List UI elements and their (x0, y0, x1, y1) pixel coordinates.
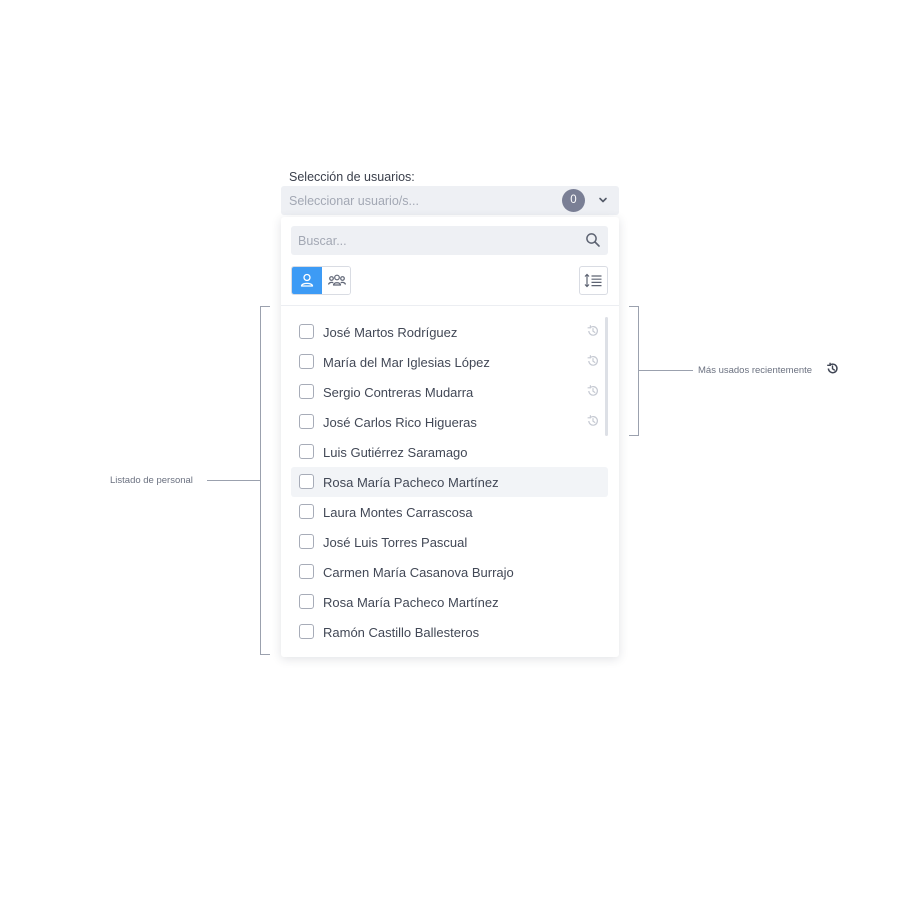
list-item[interactable]: Laura Montes Carrascosa (291, 497, 608, 527)
list-item-label: Luis Gutiérrez Saramago (323, 445, 468, 460)
list-item-label: José Luis Torres Pascual (323, 535, 468, 550)
user-select[interactable]: Seleccionar usuario/s... 0 (281, 186, 619, 215)
tab-users[interactable] (292, 267, 322, 294)
annotation-staff-list: Listado de personal (110, 475, 193, 486)
list-item-label: Rosa María Pacheco Martínez (323, 595, 499, 610)
search-placeholder: Buscar... (298, 234, 347, 248)
list-item-label: Rosa María Pacheco Martínez (323, 475, 499, 490)
annotation-recent: Más usados recientemente (698, 365, 813, 376)
sort-button[interactable] (579, 266, 608, 295)
staff-list-connector (207, 480, 260, 482)
field-label: Selección de usuarios: (289, 170, 415, 184)
divider (281, 305, 619, 306)
checkbox[interactable] (299, 444, 314, 459)
checkbox[interactable] (299, 594, 314, 609)
list-item-label: Laura Montes Carrascosa (323, 505, 473, 520)
list-item[interactable]: Carmen María Casanova Burrajo (291, 557, 608, 587)
tab-groups[interactable] (322, 267, 350, 294)
view-toggle (291, 266, 351, 295)
scrollbar[interactable] (605, 317, 608, 436)
list-item[interactable]: Sergio Contreras Mudarra (291, 377, 608, 407)
user-list: José Martos Rodríguez María del Mar Igles… (291, 317, 608, 647)
recent-history-icon (587, 415, 598, 426)
group-icon (327, 274, 347, 286)
checkbox[interactable] (299, 384, 314, 399)
user-icon (300, 273, 314, 287)
recent-history-icon (587, 325, 598, 336)
list-item[interactable]: José Carlos Rico Higueras (291, 407, 608, 437)
checkbox[interactable] (299, 324, 314, 339)
checkbox[interactable] (299, 474, 314, 489)
checkbox[interactable] (299, 534, 314, 549)
recent-history-icon (587, 355, 598, 366)
history-icon (827, 362, 838, 374)
recent-history-icon (587, 385, 598, 396)
list-item-label: José Carlos Rico Higueras (323, 415, 477, 430)
list-item[interactable]: María del Mar Iglesias López (291, 347, 608, 377)
checkbox[interactable] (299, 354, 314, 369)
list-item[interactable]: Luis Gutiérrez Saramago (291, 437, 608, 467)
list-item-label: José Martos Rodríguez (323, 325, 458, 340)
list-item[interactable]: Rosa María Pacheco Martínez (291, 587, 608, 617)
select-placeholder: Seleccionar usuario/s... (289, 194, 419, 208)
list-item[interactable]: Rosa María Pacheco Martínez (291, 467, 608, 497)
staff-list-bracket (260, 306, 270, 655)
list-item[interactable]: José Martos Rodríguez (291, 317, 608, 347)
chevron-down-icon[interactable] (598, 195, 608, 205)
list-item[interactable]: José Luis Torres Pascual (291, 527, 608, 557)
list-item[interactable]: Ramón Castillo Ballesteros (291, 617, 608, 647)
list-item-label: Sergio Contreras Mudarra (323, 385, 474, 400)
dropdown-panel: Buscar... José Martos Rodríguez María de… (281, 217, 619, 657)
sort-list-icon (584, 273, 602, 288)
list-item-label: María del Mar Iglesias López (323, 355, 490, 370)
recent-connector (639, 370, 693, 372)
checkbox[interactable] (299, 564, 314, 579)
list-item-label: Ramón Castillo Ballesteros (323, 625, 480, 640)
checkbox[interactable] (299, 504, 314, 519)
selected-count-badge: 0 (562, 189, 585, 212)
recent-bracket (629, 306, 639, 436)
checkbox[interactable] (299, 624, 314, 639)
list-item-label: Carmen María Casanova Burrajo (323, 565, 514, 580)
search-icon[interactable] (585, 232, 601, 248)
checkbox[interactable] (299, 414, 314, 429)
search-input[interactable]: Buscar... (291, 226, 608, 255)
